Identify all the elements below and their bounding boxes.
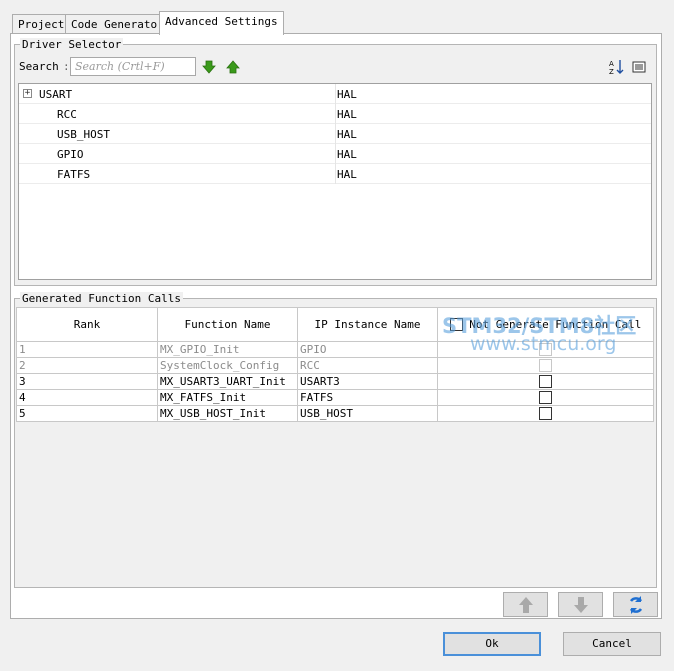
driver-row[interactable]: GPIO HAL [19,144,651,164]
not-generate-checkbox[interactable] [539,375,552,389]
ok-button[interactable]: Ok [443,632,541,656]
function-cell: MX_USB_HOST_Init [157,405,298,422]
ip-cell: USB_HOST [297,405,438,422]
driver-value[interactable]: HAL [337,128,357,141]
column-header-rank[interactable]: Rank [16,307,158,342]
driver-name: USART [39,88,73,101]
table-row[interactable]: 3 MX_USART3_UART_Init USART3 [16,373,654,390]
search-colon: : [63,60,70,73]
arrow-up-icon[interactable] [226,60,240,74]
svg-text:Z: Z [609,68,614,75]
driver-list: + USART HAL RCC HAL USB_HOST HAL GPIO HA… [18,83,652,280]
refresh-icon [629,596,642,614]
search-label: Search [19,60,59,73]
driver-row[interactable]: FATFS HAL [19,164,651,184]
expand-plus-icon[interactable]: + [23,89,32,98]
function-calls-title: Generated Function Calls [20,292,183,305]
driver-row[interactable]: + USART HAL [19,84,651,104]
not-generate-checkbox[interactable] [539,391,552,405]
cancel-button[interactable]: Cancel [563,632,661,656]
driver-name: USB_HOST [57,128,110,141]
table-row[interactable]: 4 MX_FATFS_Init FATFS [16,389,654,406]
table-row[interactable]: 5 MX_USB_HOST_Init USB_HOST [16,405,654,422]
list-view-icon[interactable] [632,60,646,74]
driver-selector-title: Driver Selector [20,38,124,51]
driver-name: GPIO [57,148,84,161]
driver-value[interactable]: HAL [337,148,357,161]
checkbox-cell [437,389,654,406]
tab-code-generator[interactable]: Code Generator [65,14,170,34]
refresh-button[interactable] [613,592,658,617]
ip-cell: FATFS [297,389,438,406]
rank-cell: 1 [16,341,158,358]
rank-cell: 4 [16,389,158,406]
function-cell: MX_GPIO_Init [157,341,298,358]
function-cell: MX_FATFS_Init [157,389,298,406]
checkbox-cell [437,357,654,374]
rank-cell: 5 [16,405,158,422]
driver-value[interactable]: HAL [337,88,357,101]
checkbox-cell [437,373,654,390]
watermark-url: www.stmcu.org [470,333,617,355]
arrow-down-icon[interactable] [202,60,216,74]
not-generate-checkbox[interactable] [539,407,552,421]
move-down-button[interactable] [558,592,603,617]
column-header-ip-instance[interactable]: IP Instance Name [297,307,438,342]
arrow-down-icon [573,597,588,613]
checkbox-cell [437,405,654,422]
ip-cell: RCC [297,357,438,374]
ip-cell: USART3 [297,373,438,390]
rank-cell: 2 [16,357,158,374]
driver-value[interactable]: HAL [337,108,357,121]
function-cell: MX_USART3_UART_Init [157,373,298,390]
arrow-up-icon [518,597,533,613]
tab-project[interactable]: Project [12,14,71,34]
function-cell: SystemClock_Config [157,357,298,374]
column-header-function-name[interactable]: Function Name [157,307,298,342]
driver-row[interactable]: RCC HAL [19,104,651,124]
move-up-button[interactable] [503,592,548,617]
ip-cell: GPIO [297,341,438,358]
table-row[interactable]: 2 SystemClock_Config RCC [16,357,654,374]
tab-advanced-settings[interactable]: Advanced Settings [159,11,284,35]
search-input[interactable]: Search (Crtl+F) [70,57,196,76]
driver-name: RCC [57,108,77,121]
not-generate-checkbox [539,359,552,373]
sort-az-icon[interactable]: A Z [608,59,624,75]
driver-row[interactable]: USB_HOST HAL [19,124,651,144]
driver-name: FATFS [57,168,91,181]
rank-cell: 3 [16,373,158,390]
svg-text:A: A [609,60,614,68]
driver-value[interactable]: HAL [337,168,357,181]
